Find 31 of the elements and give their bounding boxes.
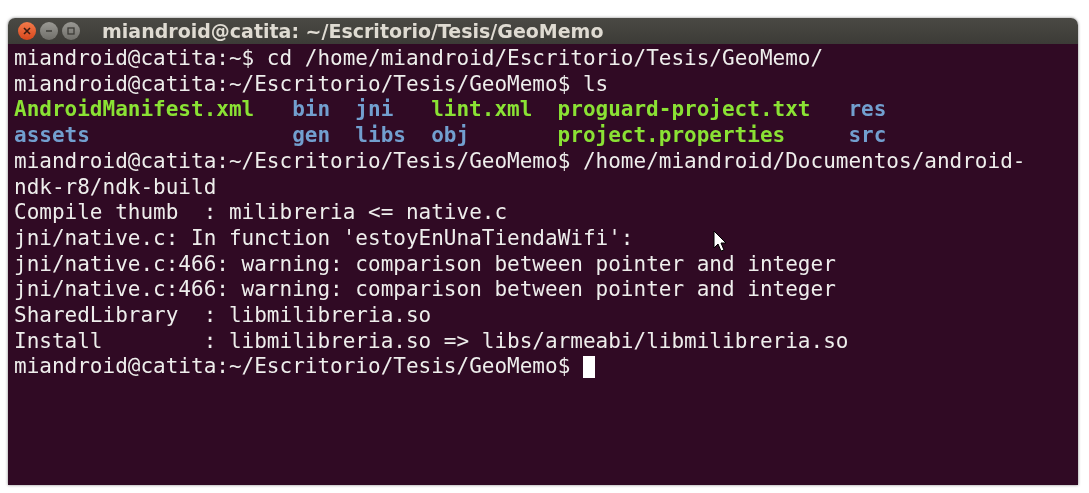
file-name: bin	[292, 97, 331, 124]
terminal-line: miandroid@catita:~/Escritorio/Tesis/GeoMemo$ /home/miandroid/Documentos/android-	[14, 148, 1026, 175]
maximize-button[interactable]	[62, 22, 80, 40]
file-name: project.properties	[557, 123, 786, 149]
close-icon	[22, 26, 32, 36]
file-name: AndroidManifest.xml	[14, 97, 255, 124]
terminal-line: Compile thumb : milibreria <= native.c	[14, 200, 508, 226]
window-title: miandroid@catita: ~/Escritorio/Tesis/GeoMemo	[102, 20, 604, 42]
file-name: jni	[355, 97, 394, 124]
file-name: res	[848, 97, 887, 124]
maximize-icon	[66, 26, 76, 36]
file-name: lint.xml	[431, 97, 533, 124]
terminal-line: jni/native.c:466: warning: comparison between pointer and integer	[14, 251, 836, 278]
terminal-line: SharedLibrary : libmilibreria.so	[14, 303, 432, 329]
terminal-line: jni/native.c: In function 'estoyEnUnaTiendaWifi':	[14, 225, 634, 252]
minimize-button[interactable]	[40, 22, 58, 40]
terminal-line: ndk-r8/ndk-build	[14, 174, 217, 201]
terminal-line: jni/native.c:466: warning: comparison between pointer and integer	[14, 277, 836, 304]
file-name: proguard-project.txt	[557, 97, 811, 124]
close-button[interactable]	[18, 22, 36, 40]
mouse-pointer-icon	[713, 230, 727, 252]
file-name: libs	[355, 123, 406, 149]
terminal-line: miandroid@catita:~/Escritorio/Tesis/GeoMemo$ ls	[14, 71, 609, 98]
terminal-line: miandroid@catita:~$ cd /home/miandroid/Escritorio/Tesis/GeoMemo/	[14, 46, 824, 72]
terminal-prompt: miandroid@catita:~/Escritorio/Tesis/GeoMemo$	[14, 354, 571, 381]
file-name: obj	[431, 123, 470, 149]
file-name: assets	[14, 123, 90, 149]
terminal-line: Install : libmilibreria.so => libs/armeabi/libmilibreria.so	[14, 328, 849, 355]
file-name: src	[848, 123, 887, 149]
file-name: gen	[292, 123, 331, 149]
text-cursor	[583, 356, 596, 379]
